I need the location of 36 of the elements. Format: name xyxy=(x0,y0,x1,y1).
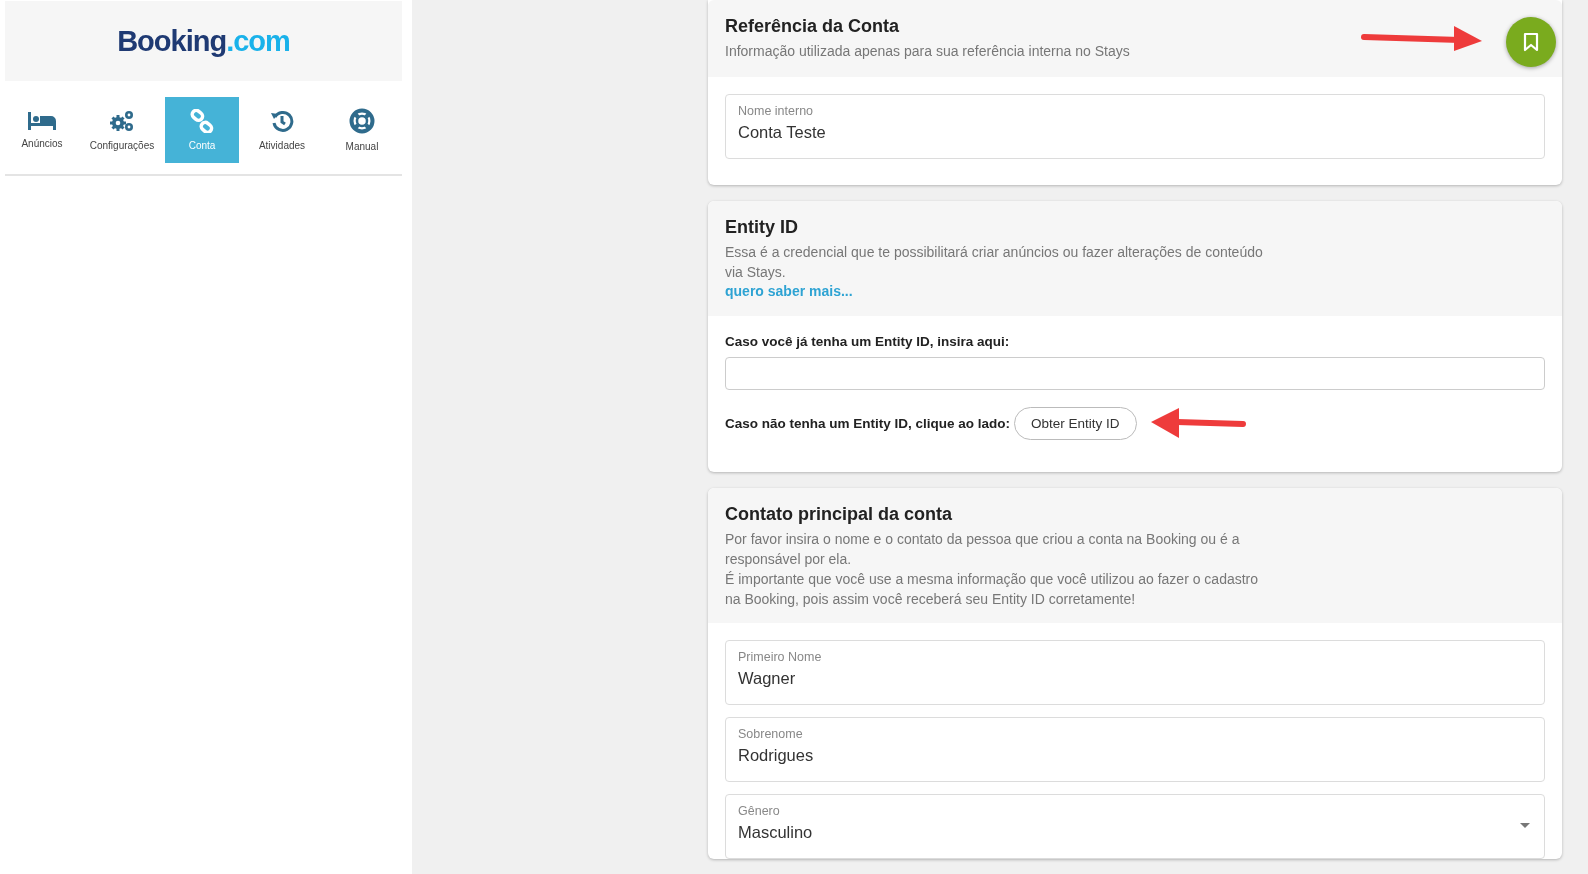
card-title: Referência da Conta xyxy=(725,16,900,37)
save-button[interactable] xyxy=(1506,17,1556,67)
field-label: Nome interno xyxy=(738,104,814,118)
bed-icon xyxy=(28,111,56,131)
field-label: Caso você já tenha um Entity ID, insira aqui: xyxy=(725,334,1011,349)
field-value: Conta Teste xyxy=(738,123,826,142)
input-field[interactable]: Primeiro Nome Wagner xyxy=(725,640,1545,705)
get-entity-id-button[interactable]: Obter Entity ID xyxy=(1014,406,1137,440)
card-description: É importante que você use a mesma informação que você utilizou ao fazer o cadastro na Booking, pois assim você receberá seu Entity ID corretamente! xyxy=(725,570,1260,609)
card-title: Entity ID xyxy=(725,217,798,238)
field-value: Masculino xyxy=(738,823,813,842)
nav-tab[interactable]: Configurações xyxy=(85,97,159,163)
gears-icon xyxy=(109,109,135,133)
history-icon xyxy=(270,109,294,133)
bookmark-icon xyxy=(1523,32,1539,52)
input-field[interactable]: Sobrenome Rodrigues xyxy=(725,717,1545,782)
input-field[interactable]: Nome interno Conta Teste xyxy=(725,94,1545,159)
button-prompt: Caso não tenha um Entity ID, clique ao lado: xyxy=(725,415,1011,431)
card-subtitle: Informação utilizada apenas para sua referência interna no Stays xyxy=(725,42,1131,61)
select-field[interactable]: Gênero Masculino xyxy=(725,794,1545,859)
caret-icon xyxy=(1520,823,1530,828)
nav-tab[interactable]: Manual xyxy=(325,97,399,163)
input-field[interactable] xyxy=(725,357,1545,390)
lifebuoy-icon xyxy=(349,108,375,134)
card-description: Essa é a credencial que te possibilitará criar anúncios ou fazer alterações de conteúdo via Stays. xyxy=(725,243,1264,282)
field-label: Gênero xyxy=(738,804,780,818)
field-label: Primeiro Nome xyxy=(738,650,822,664)
card-description: Por favor insira o nome e o contato da pessoa que criou a conta na Booking ou é a responsável por ela. xyxy=(725,530,1241,569)
card-title: Contato principal da conta xyxy=(725,504,952,525)
nav-tab[interactable]: Atividades xyxy=(245,97,319,163)
booking-logo: Booking.com xyxy=(117,24,290,58)
nav-tab[interactable]: Anúncios xyxy=(5,97,79,163)
link-icon xyxy=(190,109,214,133)
field-value: Rodrigues xyxy=(738,746,814,765)
field-value: Wagner xyxy=(738,669,796,688)
field-label: Sobrenome xyxy=(738,727,803,741)
